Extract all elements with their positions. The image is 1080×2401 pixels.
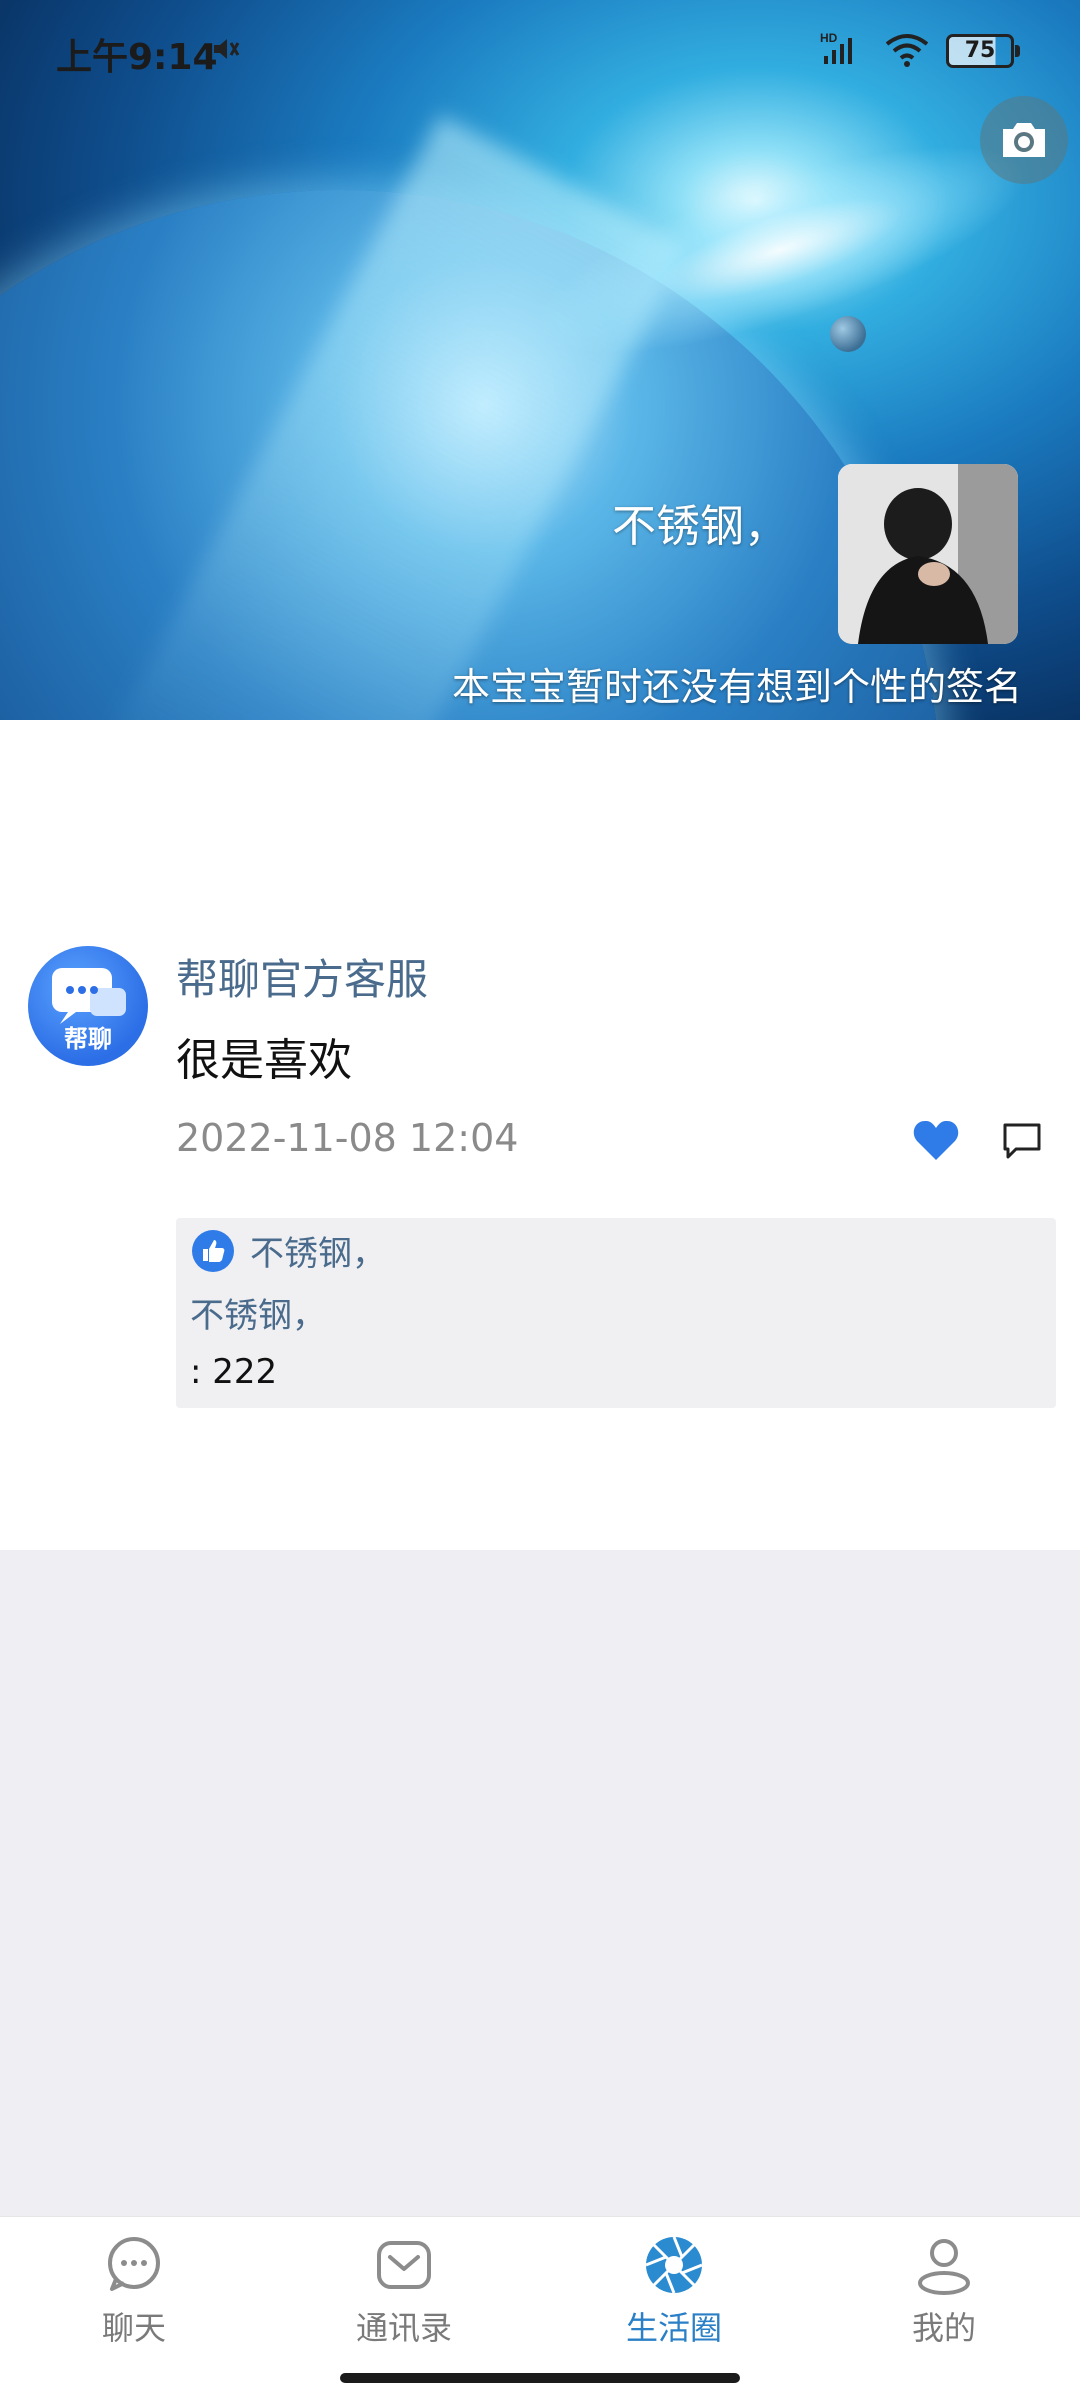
tab-contacts[interactable]: 通讯录	[304, 2235, 504, 2349]
chat-bubble-icon	[108, 2237, 160, 2291]
status-bar: 上午9:14 HD 75	[0, 0, 1080, 100]
tab-chat[interactable]: 聊天	[34, 2235, 234, 2349]
profile-name[interactable]: 不锈钢，	[612, 490, 788, 554]
post-interactions-panel: 不锈钢， 不锈钢， : 222	[176, 1218, 1056, 1408]
moon-graphic	[830, 316, 866, 352]
contacts-mail-icon	[377, 2241, 431, 2289]
cover-image[interactable]: 上午9:14 HD 75 不锈钢， 本宝宝暂时还没有想到个性的签名	[0, 0, 1080, 720]
likes-row: 不锈钢，	[192, 1226, 386, 1275]
battery-indicator: 75	[946, 34, 1020, 68]
camera-icon	[1003, 123, 1045, 157]
post-avatar-label: 帮聊	[64, 1025, 112, 1053]
post-author-avatar[interactable]: 帮聊	[28, 946, 148, 1066]
profile-signature: 本宝宝暂时还没有想到个性的签名	[451, 665, 1022, 709]
planet-glow-graphic	[511, 103, 1049, 397]
tab-me[interactable]: 我的	[844, 2235, 1044, 2349]
comment-text[interactable]: : 222	[190, 1352, 277, 1392]
post-timestamp: 2022-11-08 12:04	[176, 1116, 519, 1160]
avatar-photo	[838, 464, 1018, 644]
signal-icon: HD	[820, 31, 852, 64]
status-time: 上午9:14	[56, 37, 218, 78]
thumbs-up-icon	[192, 1229, 234, 1272]
liker-name[interactable]: 不锈钢，	[250, 1226, 386, 1275]
aperture-icon	[645, 2236, 703, 2294]
like-heart-icon[interactable]	[912, 1118, 960, 1162]
wifi-icon	[885, 34, 929, 67]
post-content: 很是喜欢	[176, 1035, 352, 1086]
battery-level: 75	[964, 38, 996, 63]
tab-me-label: 我的	[911, 2309, 976, 2347]
comment-bubble-icon[interactable]	[1002, 1122, 1042, 1160]
mute-icon	[214, 39, 240, 59]
tab-chat-label: 聊天	[101, 2309, 166, 2347]
tab-moments[interactable]: 生活圈	[574, 2235, 774, 2349]
moments-feed: 帮聊 帮聊官方客服 很是喜欢 2022-11-08 12:04 不锈钢， 不锈钢…	[0, 720, 1080, 1550]
svg-text:HD: HD	[820, 31, 838, 45]
comment-author[interactable]: 不锈钢，	[190, 1288, 326, 1337]
profile-avatar[interactable]	[838, 464, 1018, 644]
home-indicator[interactable]	[340, 2373, 740, 2383]
tab-moments-label: 生活圈	[625, 2309, 722, 2347]
post-author-name[interactable]: 帮聊官方客服	[176, 946, 428, 1007]
camera-button[interactable]	[980, 96, 1068, 184]
person-icon	[918, 2239, 970, 2295]
tab-contacts-label: 通讯录	[355, 2309, 452, 2347]
